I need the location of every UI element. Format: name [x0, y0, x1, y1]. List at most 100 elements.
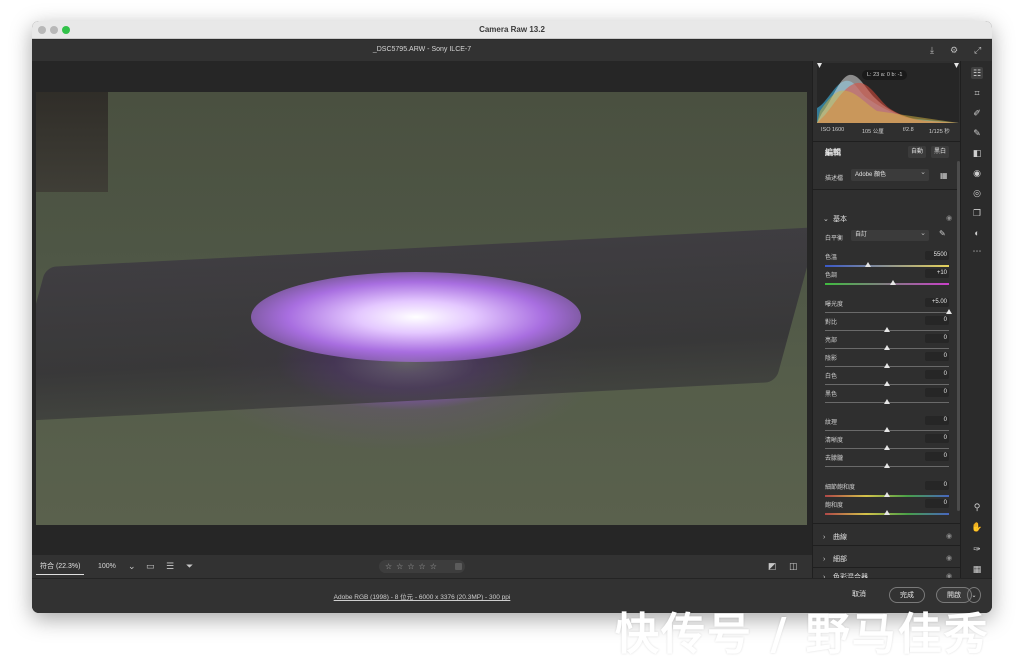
auto-button[interactable]: 自動 — [908, 146, 927, 158]
zoom-icon[interactable]: ⚲ — [971, 501, 983, 513]
before-after-toggle-icon[interactable]: ◩ — [768, 560, 777, 572]
slider-thumb[interactable] — [884, 492, 890, 497]
slider-dehaze[interactable]: 去朦朧 0 — [825, 452, 949, 471]
edit-sliders-icon[interactable]: ☷ — [971, 67, 983, 79]
slider-thumb[interactable] — [884, 381, 890, 386]
fullscreen-icon[interactable]: ⤢ — [974, 45, 981, 55]
slider-value-field[interactable]: 0 — [925, 416, 949, 425]
tool-bar: ☷ ⌗ ✐ ✎ ◧ ◉ ◎ ❐ ◐ ⋯ ⚲ ✋ ✑ ▦ — [960, 61, 992, 578]
slider-value-field[interactable]: 0 — [925, 316, 949, 325]
white-balance-select[interactable]: 自訂 — [851, 228, 929, 241]
slider-shadows[interactable]: 陰影 0 — [825, 352, 949, 371]
gradient-icon[interactable]: ◧ — [971, 147, 983, 159]
brush-icon[interactable]: ✎ — [971, 127, 983, 139]
basic-section-header[interactable]: ⌄ 基本 — [823, 214, 847, 224]
exif-focal: 105 公厘 — [862, 129, 884, 135]
zoom-fit-button[interactable]: 符合 (22.3%) — [36, 559, 85, 575]
slider-value-field[interactable]: 0 — [925, 499, 949, 508]
slider-whites[interactable]: 白色 0 — [825, 370, 949, 389]
slider-vibrance[interactable]: 細節飽和度 0 — [825, 481, 949, 500]
slider-value-field[interactable]: 0 — [925, 452, 949, 461]
red-eye-icon[interactable]: ◎ — [971, 187, 983, 199]
slider-track[interactable] — [825, 312, 949, 313]
slider-label: 曝光度 — [825, 302, 844, 308]
slider-value-field[interactable]: 0 — [925, 352, 949, 361]
slider-thumb[interactable] — [884, 327, 890, 332]
radial-filter-icon[interactable]: ◉ — [971, 167, 983, 179]
slider-value-field[interactable]: +5.00 — [925, 298, 949, 307]
slider-thumb[interactable] — [865, 262, 872, 267]
profile-browser-icon[interactable]: ▦ — [940, 171, 948, 180]
curve-section-header[interactable]: › 曲線 — [823, 532, 847, 542]
black-white-button[interactable]: 黑白 — [931, 146, 950, 158]
slider-label: 亮部 — [825, 338, 838, 344]
more-icon[interactable]: ⋯ — [971, 245, 983, 257]
camera-raw-window: Camera Raw 13.2 _DSC5795.ARW - Sony ILCE… — [32, 21, 992, 613]
slider-saturation[interactable]: 飽和度 0 — [825, 499, 949, 518]
slider-temperature[interactable]: 色溫 5500 — [825, 251, 949, 270]
slider-exposure[interactable]: 曝光度 +5.00 — [825, 298, 952, 317]
slider-value-field[interactable]: 5500 — [925, 251, 949, 260]
crop-icon[interactable]: ⌗ — [971, 87, 983, 99]
zoom-percent-dropdown[interactable]: 100% — [98, 559, 116, 575]
compare-view-icon[interactable]: ◫ — [789, 560, 798, 572]
filter-icon[interactable]: ⏷ — [186, 560, 193, 572]
slider-track[interactable] — [825, 265, 949, 267]
slider-label: 色溫 — [825, 255, 838, 261]
slider-value-field[interactable]: 0 — [925, 388, 949, 397]
slider-label: 白色 — [825, 374, 838, 380]
slider-track[interactable] — [825, 283, 949, 285]
slider-thumb[interactable] — [884, 510, 890, 515]
highlight-clipping-icon[interactable] — [954, 63, 959, 68]
exif-aperture: f/2.8 — [903, 127, 914, 133]
slider-value-field[interactable]: 0 — [925, 434, 949, 443]
chevron-down-icon[interactable]: ⌄ — [128, 560, 136, 572]
detail-section-header[interactable]: › 細部 — [823, 554, 847, 564]
slider-value-field[interactable]: 0 — [925, 334, 949, 343]
edit-title: 編輯 — [825, 148, 841, 157]
slider-highlights[interactable]: 亮部 0 — [825, 334, 949, 353]
photo-preview[interactable] — [36, 92, 807, 525]
slider-thumb[interactable] — [884, 363, 890, 368]
healing-icon[interactable]: ✐ — [971, 107, 983, 119]
slider-thumb[interactable] — [884, 427, 890, 432]
slider-blacks[interactable]: 黑色 0 — [825, 388, 949, 407]
slider-value-field[interactable]: +10 — [925, 269, 949, 278]
eye-icon[interactable]: ◉ — [946, 532, 952, 540]
slider-tint[interactable]: 色調 +10 — [825, 269, 949, 288]
image-canvas[interactable] — [32, 61, 812, 555]
slider-thumb[interactable] — [884, 445, 890, 450]
snapshots-icon[interactable]: ❐ — [971, 207, 983, 219]
sort-icon[interactable]: ☰ — [166, 560, 174, 572]
slider-value-field[interactable]: 0 — [925, 370, 949, 379]
filmstrip-icon[interactable]: ▭ — [146, 560, 155, 572]
star-rating[interactable]: ☆☆☆☆☆ — [379, 560, 465, 573]
slider-value-field[interactable]: 0 — [925, 481, 949, 490]
slider-thumb[interactable] — [884, 399, 890, 404]
slider-thumb[interactable] — [890, 280, 897, 285]
eye-icon[interactable]: ◉ — [946, 214, 952, 222]
detail-section-label: 細部 — [833, 556, 847, 563]
presets-icon[interactable]: ◐ — [971, 227, 983, 239]
grid-overlay-icon[interactable]: ▦ — [971, 563, 983, 575]
eyedropper-icon[interactable]: ✎ — [939, 229, 946, 238]
color-sampler-icon[interactable]: ✑ — [971, 543, 983, 555]
trash-icon[interactable] — [455, 563, 462, 570]
gear-icon[interactable]: ⚙ — [950, 45, 958, 55]
slider-contrast[interactable]: 對比 0 — [825, 316, 949, 335]
slider-texture[interactable]: 紋理 0 — [825, 416, 949, 435]
histogram: L: 23 a: 0 b: -1 — [817, 63, 959, 123]
shadow-clipping-icon[interactable] — [817, 63, 822, 68]
eye-icon[interactable]: ◉ — [946, 554, 952, 562]
profile-select[interactable]: Adobe 顏色 — [851, 167, 929, 181]
save-icon[interactable]: ⤓ — [930, 45, 934, 55]
slider-clarity[interactable]: 清晰度 0 — [825, 434, 949, 453]
slider-thumb[interactable] — [946, 309, 952, 314]
star-rating-stars[interactable]: ☆☆☆☆☆ — [385, 562, 441, 571]
chevron-right-icon: › — [823, 534, 826, 541]
file-bar: _DSC5795.ARW - Sony ILCE-7 ⤓ ⚙ ⤢ — [32, 40, 992, 61]
slider-thumb[interactable] — [884, 345, 890, 350]
hand-icon[interactable]: ✋ — [971, 521, 983, 533]
divider — [813, 523, 961, 524]
slider-thumb[interactable] — [884, 463, 890, 468]
